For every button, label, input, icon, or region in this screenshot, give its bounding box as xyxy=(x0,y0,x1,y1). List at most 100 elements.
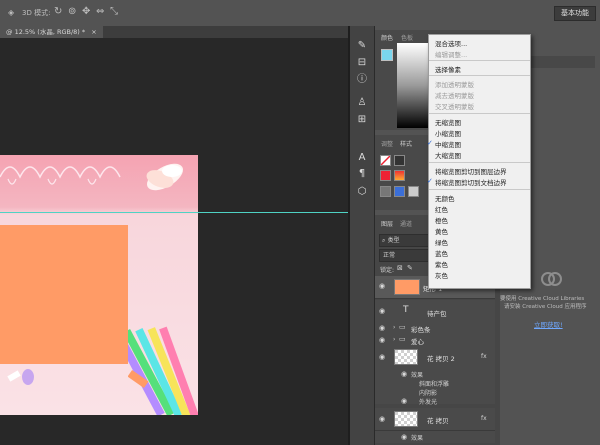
properties-icon[interactable]: ⊞ xyxy=(356,114,368,126)
paragraph-icon[interactable]: ¶ xyxy=(356,168,368,180)
menu-item-add-transparency-mask[interactable]: 添加透明蒙版 xyxy=(435,79,474,89)
effect-outer-glow[interactable]: 外发光 xyxy=(419,397,437,406)
eye-icon[interactable]: ◉ xyxy=(379,307,385,315)
workspace-switcher[interactable]: 基本功能 xyxy=(554,6,596,21)
options-bar: ◈ 3D 模式: ↻ ⊚ ✥ ⇔ ⤡ 基本功能 xyxy=(0,0,600,27)
style-swatch[interactable] xyxy=(394,155,405,166)
tab-styles[interactable]: 样式 xyxy=(400,139,412,148)
cc-line-2: 请安装 Creative Cloud 应用程序 xyxy=(504,304,587,310)
menu-item-clip-to-layer-bounds[interactable]: 将缩览图剪切到图层边界 xyxy=(435,166,507,176)
chevron-right-icon[interactable]: › xyxy=(393,324,395,331)
layer-row[interactable]: ◉ T 待产包 xyxy=(375,300,495,323)
eye-icon[interactable]: ◉ xyxy=(401,433,407,441)
3d-icon[interactable]: ⬡ xyxy=(356,186,368,198)
menu-item-clip-to-document-bounds[interactable]: 将缩览图剪切到文档边界 xyxy=(435,177,507,187)
bottle-decoration xyxy=(2,367,42,387)
lock-transparency-icon[interactable]: ⊠ xyxy=(397,264,403,272)
menu-item-select-pixels[interactable]: 选择像素 xyxy=(435,64,461,74)
fx-icon[interactable]: fx xyxy=(481,353,487,360)
eye-icon[interactable]: ◉ xyxy=(401,397,407,405)
style-swatch[interactable] xyxy=(394,170,405,181)
info-icon[interactable]: ⓘ xyxy=(356,74,368,86)
drag-3d-icon[interactable]: ✥ xyxy=(82,6,90,17)
effect-inner-shadow[interactable]: 内阴影 xyxy=(419,388,437,397)
menu-item-medium-thumbnails[interactable]: 中缩览图 xyxy=(435,139,461,149)
document-tab-label: @ 12.5% (水晶, RGB/8) * xyxy=(6,28,86,36)
eye-icon[interactable]: ◉ xyxy=(379,282,385,290)
menu-item-gray[interactable]: 灰色 xyxy=(435,270,448,280)
panel-icon-strip xyxy=(350,26,375,445)
menu-item-violet[interactable]: 紫色 xyxy=(435,259,448,269)
tab-layers[interactable]: 图层 xyxy=(381,219,393,228)
menu-item-orange[interactable]: 橙色 xyxy=(435,215,448,225)
clone-icon[interactable]: ♙ xyxy=(356,97,368,109)
eye-icon[interactable]: ◉ xyxy=(401,370,407,378)
menu-item-small-thumbnails[interactable]: 小缩览图 xyxy=(435,128,461,138)
orange-rectangle xyxy=(0,225,128,364)
menu-item-blue[interactable]: 蓝色 xyxy=(435,248,448,258)
tab-swatches[interactable]: 色板 xyxy=(401,33,413,42)
checkmark-icon: ✓ xyxy=(427,139,433,147)
chevron-right-icon[interactable]: › xyxy=(393,336,395,343)
style-swatch[interactable] xyxy=(380,170,391,181)
menu-item-blending-options[interactable]: 混合选项... xyxy=(435,38,467,48)
style-swatch[interactable] xyxy=(408,186,419,197)
adjust-icon[interactable]: ⊟ xyxy=(356,57,368,69)
effect-bevel[interactable]: 斜面和浮雕 xyxy=(419,379,449,388)
menu-separator xyxy=(429,60,530,61)
eye-icon[interactable]: ◉ xyxy=(379,336,385,344)
slide-3d-icon[interactable]: ⇔ xyxy=(96,6,104,17)
folder-icon: ▭ xyxy=(399,335,406,343)
layer-name[interactable]: 花 拷贝 xyxy=(427,415,449,425)
roll-3d-icon[interactable]: ⊚ xyxy=(68,6,76,17)
style-swatch[interactable] xyxy=(380,186,391,197)
layer-name[interactable]: 彩色条 xyxy=(411,324,431,334)
artwork[interactable] xyxy=(0,155,198,415)
rotate-3d-icon[interactable]: ↻ xyxy=(54,6,62,17)
foreground-color-swatch[interactable] xyxy=(381,49,393,61)
guide-line[interactable] xyxy=(0,212,348,213)
style-swatch[interactable] xyxy=(394,186,405,197)
menu-item-green[interactable]: 绿色 xyxy=(435,237,448,247)
scale-3d-icon[interactable]: ⤡ xyxy=(110,6,118,17)
cc-get-link[interactable]: 立即获取! xyxy=(534,319,563,329)
flower-decoration xyxy=(140,157,190,197)
menu-item-edit-adjustment[interactable]: 编辑调整... xyxy=(435,49,467,59)
lock-brush-icon[interactable]: ✎ xyxy=(407,264,413,272)
tab-channels[interactable]: 通道 xyxy=(400,219,412,228)
character-icon[interactable]: A xyxy=(356,152,368,164)
eye-icon[interactable]: ◉ xyxy=(379,353,385,361)
search-icon: ⌕ xyxy=(382,237,386,244)
menu-item-no-thumbnails[interactable]: 无缩览图 xyxy=(435,117,461,127)
layer-name[interactable]: 花 拷贝 2 xyxy=(427,353,455,363)
cc-line-1: 要使用 Creative Cloud Libraries xyxy=(500,296,585,302)
layer-name[interactable]: 待产包 xyxy=(427,308,447,318)
menu-item-subtract-transparency-mask[interactable]: 减去透明蒙版 xyxy=(435,90,474,100)
layer-row[interactable]: ◉ 花 拷贝 2 fx xyxy=(375,346,495,369)
blend-mode-value: 正常 xyxy=(383,252,396,259)
fx-icon[interactable]: fx xyxy=(481,415,487,422)
layer-filter[interactable]: ⌕ 类型 xyxy=(379,234,429,247)
tab-color[interactable]: 颜色 xyxy=(381,33,393,42)
creative-cloud-icon xyxy=(541,272,562,286)
document-tab[interactable]: @ 12.5% (水晶, RGB/8) * × xyxy=(0,26,103,38)
menu-item-no-color[interactable]: 无颜色 xyxy=(435,193,455,203)
layer-name[interactable]: 爱心 xyxy=(411,336,424,346)
effect-row[interactable]: ◉ 效果 xyxy=(375,431,495,443)
eye-icon[interactable]: ◉ xyxy=(379,415,385,423)
brush-settings-icon[interactable]: ✎ xyxy=(356,40,368,52)
layer-thumbnail xyxy=(394,349,418,365)
blend-mode-select[interactable]: 正常 xyxy=(379,249,429,262)
menu-item-yellow[interactable]: 黄色 xyxy=(435,226,448,236)
eye-icon[interactable]: ◉ xyxy=(379,324,385,332)
menu-item-large-thumbnails[interactable]: 大缩览图 xyxy=(435,150,461,160)
close-icon[interactable]: × xyxy=(91,28,96,36)
layer-row[interactable]: ◉ 花 拷贝 fx xyxy=(375,408,495,431)
menu-item-intersect-transparency-mask[interactable]: 交叉透明蒙版 xyxy=(435,101,474,111)
menu-separator xyxy=(429,162,530,163)
menu-item-red[interactable]: 红色 xyxy=(435,204,448,214)
3d-mode-icon[interactable]: ◈ xyxy=(8,8,14,17)
effect-row[interactable]: ◉ 效果 斜面和浮雕 内阴影 ◉ 外发光 xyxy=(375,368,495,406)
tab-adjustments[interactable]: 调整 xyxy=(381,139,393,148)
style-swatch[interactable] xyxy=(380,155,391,166)
